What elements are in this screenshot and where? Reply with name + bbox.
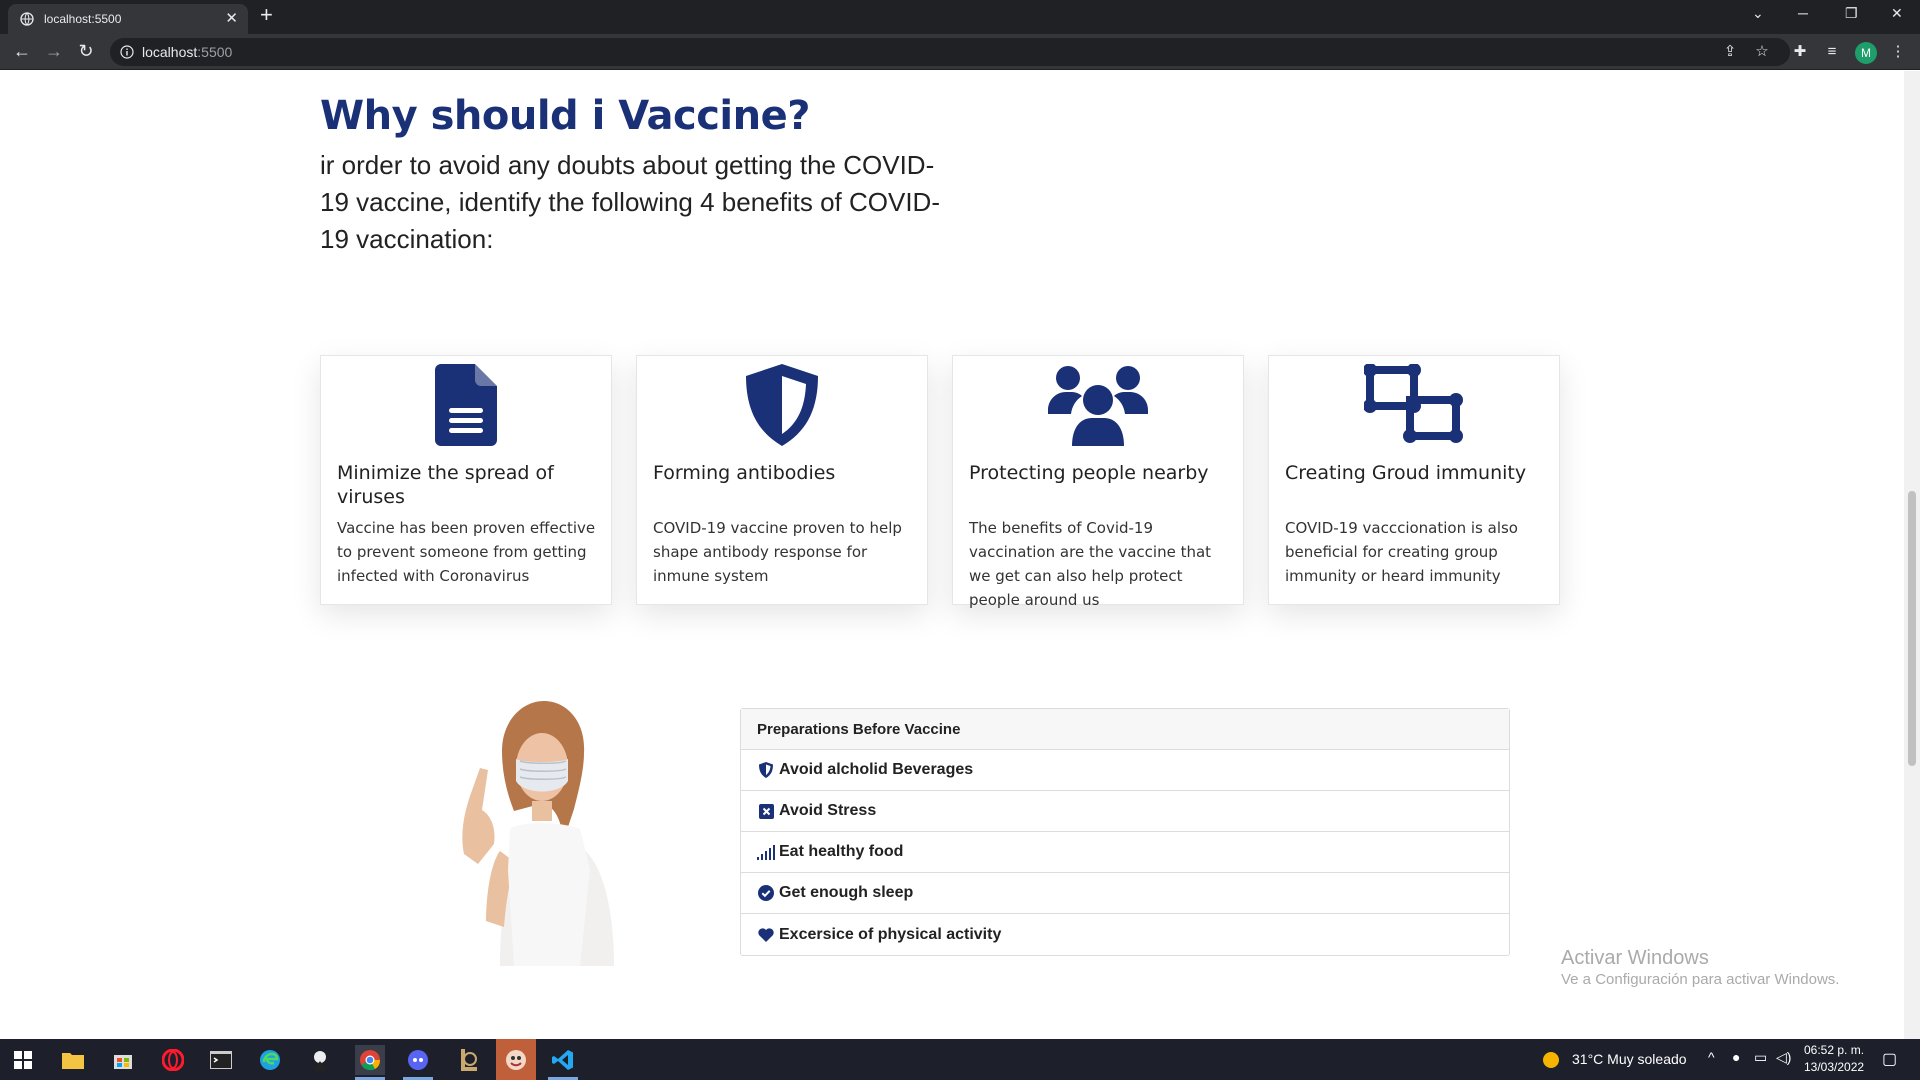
- windows-activation-watermark: Activar Windows Ve a Configuración para …: [1561, 946, 1839, 990]
- store-icon[interactable]: [108, 1045, 138, 1075]
- watermark-subtitle: Ve a Configuración para activar Windows.: [1561, 971, 1840, 988]
- list-item-label: Avoid alcholid Beverages: [779, 761, 974, 778]
- watermark-title: Activar Windows: [1561, 947, 1709, 969]
- network-icon: [1364, 364, 1463, 443]
- back-arrow-icon[interactable]: ←: [12, 41, 32, 61]
- address-bar[interactable]: localhost:5500: [110, 38, 1790, 66]
- x-square-icon: [758, 803, 774, 819]
- browser-toolbar: ← → ↻ localhost:5500 ⇪ ☆ ✚ ≡ M ⋮: [0, 34, 1920, 70]
- extensions-icon[interactable]: ✚: [1790, 42, 1810, 62]
- microphone-icon[interactable]: ●: [1732, 1049, 1740, 1065]
- card-text: COVID-19 vaccine proven to help shape an…: [653, 519, 902, 585]
- list-item-label: Get enough sleep: [779, 884, 914, 901]
- forward-arrow-icon[interactable]: →: [44, 41, 64, 61]
- users-icon: [1048, 366, 1148, 446]
- opera-icon[interactable]: [158, 1045, 188, 1075]
- url-text: localhost:5500: [142, 44, 232, 60]
- page-heading: Why should i Vaccine?: [320, 93, 810, 139]
- shield-icon: [746, 364, 818, 446]
- benefit-card: Minimize the spread of viruses Vaccine h…: [320, 355, 612, 605]
- restore-button[interactable]: ❐: [1845, 5, 1858, 22]
- reading-list-icon[interactable]: ≡: [1822, 42, 1842, 62]
- shield-small-icon: [759, 762, 773, 778]
- card-text: COVID-19 vacccionation is also beneficia…: [1285, 519, 1518, 585]
- volume-icon[interactable]: ◁): [1776, 1049, 1791, 1066]
- card-title: Protecting people nearby: [969, 462, 1209, 484]
- browser-tab[interactable]: localhost:5500 ✕: [8, 4, 248, 34]
- preparations-card: Preparations Before Vaccine Avoid alchol…: [740, 708, 1510, 956]
- benefit-card: Protecting people nearby The benefits of…: [952, 355, 1244, 609]
- chevron-up-icon[interactable]: ^: [1708, 1049, 1715, 1065]
- vscode-icon[interactable]: [548, 1045, 578, 1075]
- preparations-title: Preparations Before Vaccine: [741, 709, 1509, 750]
- page-viewport: Why should i Vaccine? ir order to avoid …: [0, 71, 1920, 1039]
- benefit-card: Creating Groud immunity COVID-19 vacccio…: [1268, 355, 1560, 605]
- heart-icon: [758, 927, 774, 942]
- terminal-icon[interactable]: [206, 1045, 236, 1075]
- page-scrollbar[interactable]: [1904, 71, 1920, 1039]
- browser-tab-bar: localhost:5500 ✕ + ⌄ ─ ❐ ✕: [0, 0, 1920, 34]
- new-tab-button[interactable]: +: [260, 2, 273, 28]
- masked-woman-photo: [462, 701, 614, 966]
- weather-sun-icon[interactable]: [1540, 1045, 1562, 1075]
- list-item: Get enough sleep: [741, 873, 1509, 914]
- minimize-button[interactable]: ─: [1798, 5, 1808, 21]
- url-host: localhost: [142, 44, 198, 60]
- windows-start-icon[interactable]: [8, 1045, 38, 1075]
- card-text: The benefits of Covid-19 vaccination are…: [969, 519, 1212, 609]
- card-title: Creating Groud immunity: [1285, 462, 1527, 484]
- chrome-icon[interactable]: [355, 1045, 385, 1075]
- tab-search-button[interactable]: ⌄: [1752, 5, 1764, 22]
- list-item-label: Excersice of physical activity: [779, 925, 1002, 943]
- star-icon[interactable]: ☆: [1752, 42, 1772, 62]
- list-item: Avoid Stress: [741, 791, 1509, 832]
- card-text: Vaccine has been proven effective to pre…: [337, 519, 596, 585]
- clock-time[interactable]: 06:52 p. m.: [1804, 1043, 1864, 1057]
- scrollbar-thumb[interactable]: [1908, 491, 1916, 766]
- info-icon[interactable]: [120, 45, 134, 59]
- globe-icon: [20, 12, 34, 26]
- tab-title: localhost:5500: [44, 12, 122, 26]
- notifications-icon[interactable]: ▢: [1882, 1049, 1897, 1069]
- list-item-label: Eat healthy food: [779, 843, 904, 860]
- weather-text[interactable]: 31°C Muy soleado: [1572, 1051, 1687, 1067]
- document-icon: [435, 364, 497, 446]
- list-item: Excersice of physical activity: [741, 914, 1509, 955]
- reload-icon[interactable]: ↻: [76, 41, 96, 61]
- menu-kebab-icon[interactable]: ⋮: [1888, 42, 1908, 62]
- file-explorer-icon[interactable]: [58, 1045, 88, 1075]
- check-circle-icon: [758, 885, 774, 901]
- card-title: Forming antibodies: [653, 462, 836, 484]
- profile-avatar[interactable]: M: [1855, 42, 1877, 64]
- signal-icon: [757, 844, 775, 860]
- edge-icon[interactable]: [255, 1045, 285, 1075]
- card-title: Minimize the spread of viruses: [337, 462, 554, 508]
- intro-paragraph: ir order to avoid any doubts about getti…: [320, 150, 940, 254]
- list-item: Avoid alcholid Beverages: [741, 750, 1509, 791]
- close-window-button[interactable]: ✕: [1891, 5, 1903, 22]
- list-item: Eat healthy food: [741, 832, 1509, 873]
- league-icon[interactable]: [452, 1045, 482, 1075]
- clock-date[interactable]: 13/03/2022: [1804, 1060, 1864, 1074]
- share-icon[interactable]: ⇪: [1720, 42, 1740, 62]
- tab-close-button[interactable]: ✕: [225, 9, 238, 27]
- app-icon[interactable]: [496, 1039, 536, 1080]
- discord-icon[interactable]: [403, 1045, 433, 1075]
- windows-taskbar: 31°C Muy soleado ^ ● ▭ ◁) 06:52 p. m. 13…: [0, 1039, 1920, 1080]
- url-port: :5500: [197, 44, 233, 60]
- game-icon[interactable]: [305, 1045, 335, 1075]
- list-item-label: Avoid Stress: [779, 802, 877, 819]
- network-tray-icon[interactable]: ▭: [1754, 1049, 1767, 1066]
- benefit-card: Forming antibodies COVID-19 vaccine prov…: [636, 355, 928, 605]
